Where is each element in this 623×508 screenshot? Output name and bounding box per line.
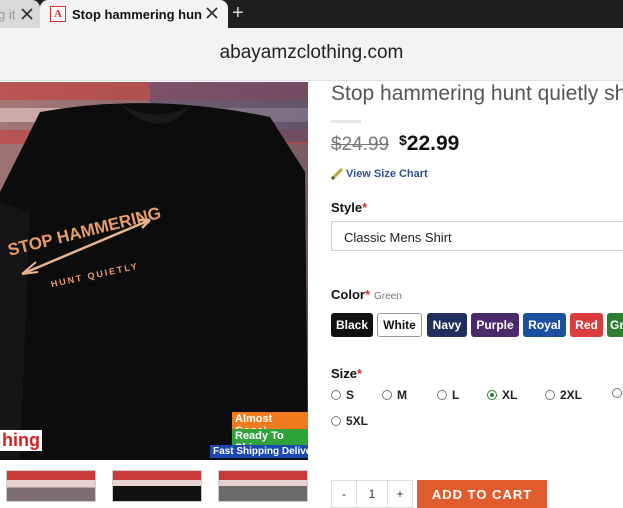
tab-inactive[interactable]: g it xyxy=(0,0,40,28)
price-original: $24.99 xyxy=(331,134,390,155)
radio-icon xyxy=(437,390,447,400)
color-swatch-white[interactable]: White xyxy=(377,313,422,337)
size-option-label: S xyxy=(346,388,355,402)
url-text: abayamzclothing.com xyxy=(219,42,404,63)
tab-label: g it xyxy=(0,6,16,22)
color-swatch-navy[interactable]: Navy xyxy=(427,313,467,337)
tab-active[interactable]: A Stop hammering hunt qu xyxy=(40,0,228,28)
product-image[interactable]: STOP HAMMERING HUNT QUIETLY hing Almost … xyxy=(0,82,308,460)
qty-input[interactable]: 1 xyxy=(356,481,388,507)
site-favicon-icon: A xyxy=(50,6,66,22)
size-option-xl[interactable]: XL xyxy=(487,388,517,402)
add-to-cart-button[interactable]: ADD TO CART xyxy=(417,480,547,508)
radio-icon xyxy=(545,390,555,400)
color-swatch-black[interactable]: Black xyxy=(331,313,373,337)
size-option-label: 2XL xyxy=(560,388,583,402)
currency-symbol: $ xyxy=(399,132,407,148)
quantity-stepper: - 1 + xyxy=(331,480,413,508)
radio-icon xyxy=(331,416,341,426)
divider xyxy=(331,120,361,123)
style-label-text: Style xyxy=(331,200,363,215)
qty-minus-button[interactable]: - xyxy=(332,481,356,507)
size-chart-label: View Size Chart xyxy=(346,168,428,180)
size-option-5xl[interactable]: 5XL xyxy=(331,414,368,428)
color-swatch-green[interactable]: Gr xyxy=(607,313,623,337)
close-icon[interactable] xyxy=(204,5,220,21)
tab-label: Stop hammering hunt qu xyxy=(72,6,202,22)
thumbnail-strip xyxy=(0,470,308,502)
style-select[interactable]: Classic Mens Shirt xyxy=(331,221,623,251)
size-option-s[interactable]: S xyxy=(331,388,354,402)
style-label: Style* xyxy=(331,200,367,215)
selected-color-name: Green xyxy=(374,291,402,302)
size-option-3xl[interactable] xyxy=(612,388,623,398)
radio-icon xyxy=(612,388,622,398)
corner-logo-text: hing xyxy=(0,430,42,451)
radio-selected-icon xyxy=(487,390,497,400)
color-label: Color* Green xyxy=(331,287,402,302)
product-title: Stop hammering hunt quietly sh xyxy=(331,82,623,105)
price-sale-value: 22.99 xyxy=(406,132,460,155)
size-label: Size* xyxy=(331,366,362,381)
radio-icon xyxy=(382,390,392,400)
close-icon[interactable] xyxy=(20,7,34,21)
color-swatch-royal[interactable]: Royal xyxy=(523,313,566,337)
size-option-label: 5XL xyxy=(346,414,369,428)
color-swatch-red[interactable]: Red xyxy=(570,313,603,337)
badge-fast-shipping: Fast Shipping Delivery xyxy=(210,445,308,458)
size-option-label: XL xyxy=(502,388,518,402)
size-chart-link[interactable]: View Size Chart xyxy=(331,168,428,180)
radio-icon xyxy=(331,390,341,400)
price-sale: $22.99 xyxy=(399,132,459,156)
ruler-icon xyxy=(331,168,343,180)
size-option-label: L xyxy=(452,388,460,402)
required-marker: * xyxy=(362,200,368,215)
address-bar[interactable]: abayamzclothing.com xyxy=(0,28,623,81)
size-option-label: M xyxy=(397,388,407,402)
color-swatch-purple[interactable]: Purple xyxy=(471,313,519,337)
thumbnail[interactable] xyxy=(6,470,96,502)
size-option-l[interactable]: L xyxy=(437,388,459,402)
size-label-text: Size xyxy=(331,366,358,381)
thumbnail[interactable] xyxy=(218,470,308,502)
required-marker: * xyxy=(364,287,371,302)
size-option-2xl[interactable]: 2XL xyxy=(545,388,582,402)
thumbnail[interactable] xyxy=(112,470,202,502)
new-tab-icon[interactable]: + xyxy=(232,3,244,23)
required-marker: * xyxy=(357,366,363,381)
browser-tab-bar: g it A Stop hammering hunt qu + xyxy=(0,0,623,28)
color-label-text: Color xyxy=(331,287,365,302)
qty-plus-button[interactable]: + xyxy=(388,481,412,507)
size-option-m[interactable]: M xyxy=(382,388,407,402)
